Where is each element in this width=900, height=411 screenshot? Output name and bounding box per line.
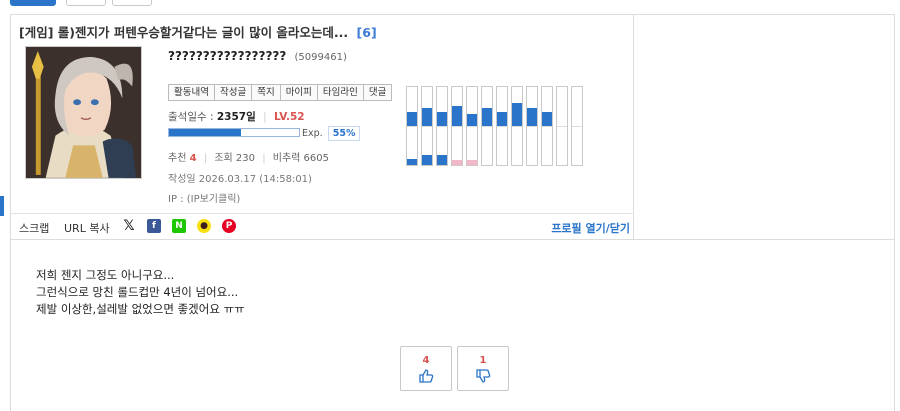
activity-column: [571, 86, 583, 166]
activity-column: [496, 86, 508, 166]
share-row: 스크랩 URL 복사 𝕏 f N ● P 프로필 열기/닫기: [11, 213, 634, 239]
activity-top-bar: [542, 112, 552, 126]
activity-top-bar: [467, 114, 477, 126]
menu-message[interactable]: 쪽지: [252, 85, 281, 100]
activity-column: [526, 86, 538, 166]
activity-top-bar: [482, 108, 492, 126]
activity-column: [451, 86, 463, 166]
pinterest-icon[interactable]: P: [222, 219, 236, 233]
activity-top-bar: [527, 108, 537, 126]
downvote-button[interactable]: 1: [457, 346, 509, 391]
content-divider: [11, 239, 894, 240]
activity-column: [541, 86, 553, 166]
menu-activity[interactable]: 활동내역: [169, 85, 215, 100]
nickname-text: ?????????????????: [168, 49, 287, 63]
activity-column: [406, 86, 418, 166]
upvote-count: 4: [422, 355, 430, 366]
views-label: 조회: [214, 153, 233, 164]
menu-timeline[interactable]: 타임라인: [317, 85, 364, 100]
activity-bottom-bar: [407, 159, 417, 165]
menu-comments[interactable]: 댓글: [363, 85, 392, 100]
activity-column: [436, 86, 448, 166]
written-label: 작성일: [168, 174, 196, 185]
activity-column: [466, 86, 478, 166]
activity-top-bar: [437, 112, 447, 126]
url-copy-button[interactable]: URL 복사: [64, 220, 110, 236]
activity-bottom-bar: [437, 155, 447, 165]
attendance-label: 출석일수 :: [168, 111, 214, 123]
left-scroll-marker: [0, 196, 4, 216]
exp-bar: [168, 128, 300, 137]
ip-row: IP : (IP보기클릭): [168, 190, 240, 205]
ratio-value: 6605: [303, 153, 329, 164]
author-nickname[interactable]: ????????????????? (5099461): [168, 49, 347, 63]
exp-bar-fill: [169, 129, 241, 136]
content-line: 제발 이상한,설레발 없었으면 좋겠어요 ㅠㅠ: [36, 302, 245, 316]
ad-area: [635, 15, 894, 239]
activity-graph: [406, 86, 583, 166]
facebook-icon[interactable]: f: [147, 219, 161, 233]
post-container: [게임] 롤)젠지가 퍼텐우승할거같다는 글이 많이 올라오는데... [6]: [10, 14, 895, 411]
activity-top-bar: [407, 112, 417, 126]
exp-label: Exp. 55%: [302, 126, 361, 141]
comment-count[interactable]: [6]: [357, 25, 377, 40]
ip-label: IP :: [168, 194, 184, 205]
author-menu: 활동내역 작성글 쪽지 마이피 타임라인 댓글: [168, 84, 393, 101]
attendance-value: 2357일: [216, 111, 256, 123]
written-date: 작성일 2026.03.17 (14:58:01): [168, 170, 312, 185]
activity-bottom-bar: [467, 160, 477, 165]
menu-posts[interactable]: 작성글: [214, 85, 253, 100]
activity-bottom-bar: [422, 155, 432, 165]
top-tab-2[interactable]: [66, 0, 106, 6]
post-header: [게임] 롤)젠지가 퍼텐우승할거같다는 글이 많이 올라오는데... [6]: [11, 15, 634, 239]
user-id: (5099461): [294, 52, 347, 63]
kakao-icon[interactable]: ●: [197, 219, 211, 233]
ip-link[interactable]: (IP보기클릭): [187, 194, 241, 205]
x-icon[interactable]: 𝕏: [122, 219, 136, 233]
top-tab-1[interactable]: [10, 0, 56, 6]
avatar[interactable]: [25, 46, 142, 179]
post-category: [게임]: [19, 25, 54, 40]
downvote-count: 1: [479, 355, 487, 366]
exp-percent: 55%: [327, 126, 361, 141]
recommend-value: 4: [189, 153, 197, 164]
activity-column: [556, 86, 568, 166]
attendance-row: 출석일수 : 2357일 | LV.52: [168, 111, 305, 123]
activity-top-bar: [422, 108, 432, 126]
level-value: LV.52: [273, 111, 305, 123]
activity-column: [511, 86, 523, 166]
written-value: 2026.03.17 (14:58:01): [198, 174, 312, 185]
top-tab-3[interactable]: [112, 0, 152, 6]
thumbs-down-icon: [476, 369, 491, 383]
menu-mypi[interactable]: 마이피: [280, 85, 318, 100]
ratio-label: 비추력: [272, 153, 301, 164]
activity-bottom-bar: [452, 160, 462, 165]
post-title: [게임] 롤)젠지가 퍼텐우승할거같다는 글이 많이 올라오는데... [6]: [19, 22, 377, 41]
content-line: 저희 젠지 그정도 아니구요...: [36, 268, 175, 282]
activity-column: [481, 86, 493, 166]
post-content: 저희 젠지 그정도 아니구요... 그런식으로 망친 롤드컵만 4년이 넘어요.…: [36, 267, 245, 318]
exp-label-text: Exp.: [302, 128, 323, 139]
naver-icon[interactable]: N: [172, 219, 186, 233]
profile-toggle-button[interactable]: 프로필 열기/닫기: [551, 220, 630, 236]
activity-top-bar: [497, 112, 507, 126]
recommend-label: 추천: [168, 153, 187, 164]
activity-top-bar: [452, 106, 462, 126]
scrap-button[interactable]: 스크랩: [19, 220, 49, 236]
content-line: 그런식으로 망친 롤드컵만 4년이 넘어요...: [36, 285, 239, 299]
activity-top-bar: [512, 103, 522, 126]
post-title-text: 롤)젠지가 퍼텐우승할거같다는 글이 많이 올라오는데...: [57, 25, 349, 40]
activity-column: [421, 86, 433, 166]
post-stats: 추천 4 | 조회 230 | 비추력 6605: [168, 153, 329, 164]
avatar-image: [26, 47, 141, 178]
upvote-button[interactable]: 4: [400, 346, 452, 391]
views-value: 230: [235, 153, 255, 164]
thumbs-up-icon: [419, 369, 434, 383]
